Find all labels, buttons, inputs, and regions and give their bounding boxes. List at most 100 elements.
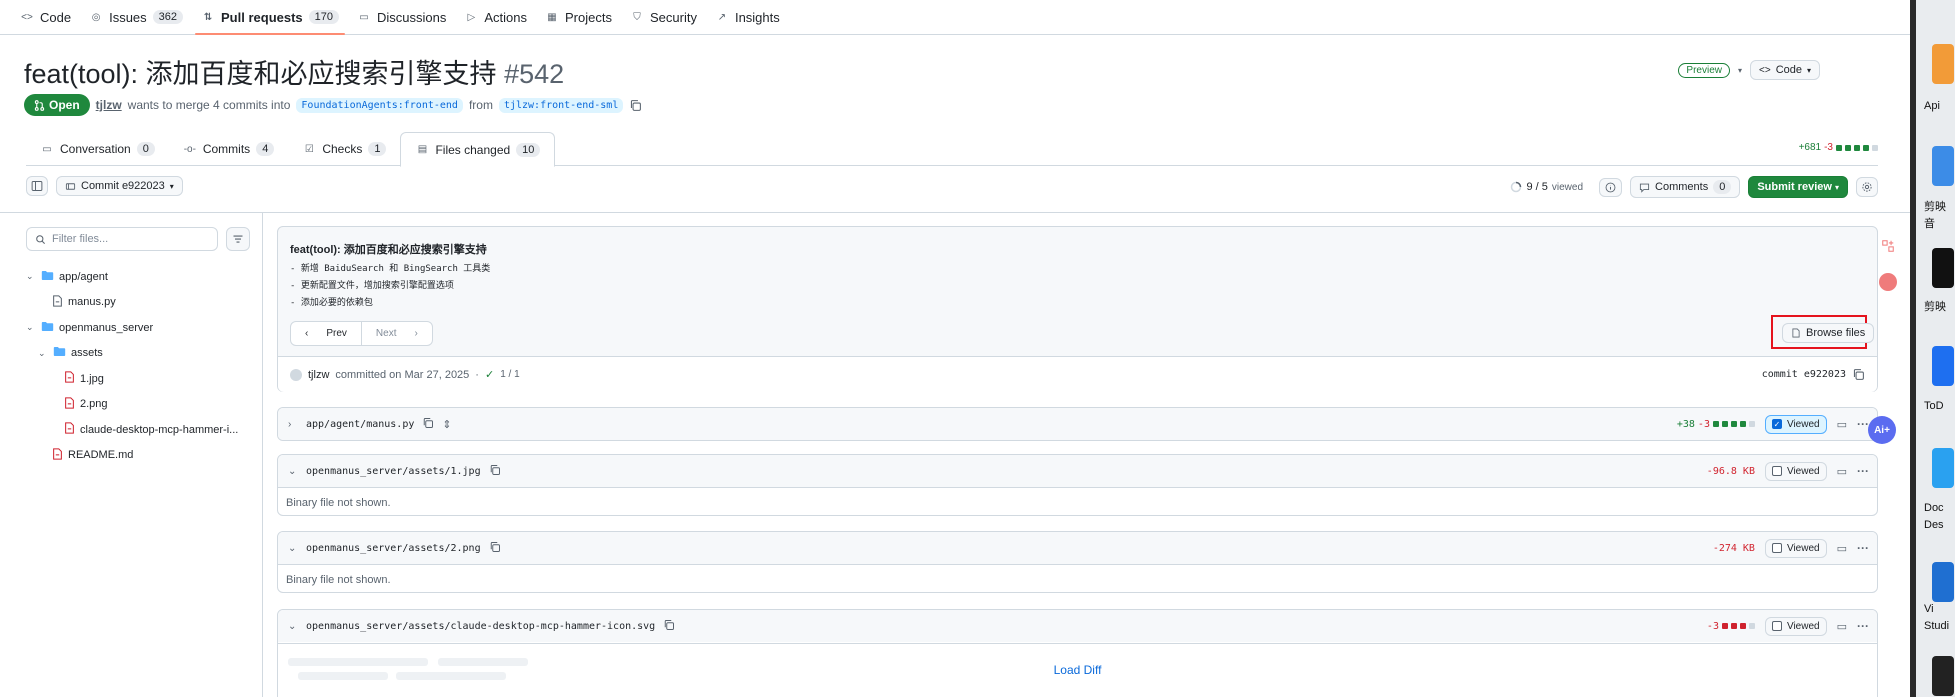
comment-icon[interactable]: ▭ — [1837, 542, 1847, 555]
copy-icon[interactable] — [489, 464, 501, 479]
tab-commits[interactable]: -o- Commits 4 — [169, 132, 288, 166]
tree-folder[interactable]: ⌄ assets — [26, 341, 248, 367]
avatar[interactable] — [290, 368, 302, 381]
comment-icon[interactable]: ▭ — [1837, 465, 1847, 478]
shield-icon: ⛉ — [633, 11, 641, 23]
tab-checks[interactable]: ☑ Checks 1 — [288, 132, 400, 166]
preview-badge[interactable]: Preview — [1678, 62, 1730, 78]
browse-files-button[interactable]: Browse files — [1782, 323, 1875, 343]
expand-all-icon[interactable]: ⇕ — [442, 418, 451, 431]
copy-icon[interactable] — [422, 417, 434, 432]
grid-add-icon[interactable] — [1878, 236, 1898, 256]
repo-nav-discussions[interactable]: ▭ Discussions — [351, 0, 458, 34]
tree-item-label: manus.py — [68, 296, 116, 309]
kebab-menu-icon[interactable]: ··· — [1857, 464, 1869, 478]
translate-icon[interactable] — [1878, 272, 1898, 292]
file-removed-icon — [52, 448, 63, 463]
file-path[interactable]: app/agent/manus.py — [306, 419, 414, 430]
viewed-checkbox[interactable]: Viewed — [1764, 461, 1827, 481]
comments-button[interactable]: Comments 0 — [1630, 176, 1741, 198]
desktop-app-icon[interactable] — [1932, 44, 1954, 84]
author-link[interactable]: tjlzw — [96, 98, 122, 112]
info-button[interactable] — [1599, 177, 1623, 197]
load-diff-link[interactable]: Load Diff — [278, 663, 1877, 677]
next-commit-button[interactable]: Next › — [360, 322, 432, 345]
tree-file[interactable]: 1.jpg — [26, 366, 248, 392]
copy-icon[interactable] — [1852, 368, 1865, 381]
repo-nav-projects[interactable]: ▦ Projects — [539, 0, 624, 34]
tab-files-changed[interactable]: ▤ Files changed 10 — [400, 132, 556, 167]
repo-nav-issues[interactable]: ◎ Issues 362 — [83, 0, 195, 34]
tree-file[interactable]: claude-desktop-mcp-hammer-i... — [26, 417, 248, 443]
desktop-app-icon[interactable] — [1932, 448, 1954, 488]
desktop-app-icon[interactable] — [1932, 248, 1954, 288]
tree-folder[interactable]: ⌄ openmanus_server — [26, 315, 248, 341]
desktop-app-icon[interactable] — [1932, 656, 1954, 696]
commit-select[interactable]: Commit e922023 ▾ — [56, 176, 183, 196]
tab-conversation[interactable]: ▭ Conversation 0 — [26, 132, 169, 166]
submit-review-button[interactable]: Submit review ▾ — [1748, 176, 1848, 198]
chevron-down-icon[interactable]: ⌄ — [38, 348, 48, 359]
repo-nav-security[interactable]: ⛉ Security — [624, 0, 709, 34]
head-branch[interactable]: tjlzw:front-end-sml — [498, 97, 624, 113]
diffstat-block — [1845, 144, 1851, 151]
sidebar-divider — [262, 213, 263, 697]
tree-folder[interactable]: ⌄ app/agent — [26, 264, 248, 290]
diffstat: +681 -3 — [1799, 142, 1878, 153]
chevron-down-icon[interactable]: ⌄ — [288, 621, 298, 632]
kebab-menu-icon[interactable]: ··· — [1857, 619, 1869, 633]
copy-icon[interactable] — [663, 619, 675, 634]
viewed-progress: 9 / 5 viewed — [1510, 181, 1583, 193]
checks-count[interactable]: 1 / 1 — [500, 369, 519, 380]
viewed-checkbox[interactable]: Viewed — [1764, 616, 1827, 636]
repo-nav: <> Code ◎ Issues 362 ⇅ Pull requests 170 ▭ Discus… — [0, 0, 1910, 35]
file-path[interactable]: openmanus_server/assets/claude-desktop-m… — [306, 621, 655, 632]
commit-author[interactable]: tjlzw — [308, 369, 329, 381]
toggle-file-tree-button[interactable] — [26, 176, 48, 196]
desktop-app-icon[interactable] — [1932, 146, 1954, 186]
repo-nav-label: Projects — [565, 9, 612, 25]
viewed-checkbox[interactable]: ✓ Viewed — [1764, 414, 1827, 434]
settings-button[interactable] — [1856, 177, 1878, 197]
issue-icon: ◎ — [91, 11, 101, 23]
comment-icon[interactable]: ▭ — [1837, 418, 1847, 431]
code-button[interactable]: <> Code ▾ — [1750, 60, 1820, 80]
repo-nav-actions[interactable]: ▷ Actions — [458, 0, 539, 34]
viewed-checkbox[interactable]: Viewed — [1764, 538, 1827, 558]
diffstat-deletions: -3 — [1824, 142, 1833, 153]
copy-icon[interactable] — [489, 541, 501, 556]
prev-commit-button[interactable]: ‹ Prev — [291, 322, 361, 345]
chevron-down-icon[interactable]: ⌄ — [26, 271, 36, 282]
base-branch[interactable]: FoundationAgents:front-end — [296, 97, 463, 113]
file-path[interactable]: openmanus_server/assets/1.jpg — [306, 466, 481, 477]
filter-options-button[interactable] — [226, 227, 250, 251]
repo-nav-pull-requests[interactable]: ⇅ Pull requests 170 — [195, 0, 351, 35]
tree-file[interactable]: README.md — [26, 443, 248, 469]
desktop-app-icon[interactable] — [1932, 346, 1954, 386]
commit-message-line: - 新增 BaiduSearch 和 BingSearch 工具类 — [290, 264, 491, 274]
desktop-app-icon[interactable] — [1932, 562, 1954, 602]
comment-icon — [1639, 183, 1650, 193]
copy-icon[interactable] — [629, 99, 642, 112]
filter-files-input[interactable]: Filter files... — [26, 227, 218, 251]
kebab-menu-icon[interactable]: ··· — [1857, 541, 1869, 555]
chevron-down-icon[interactable]: ▾ — [1738, 66, 1742, 75]
tree-file[interactable]: manus.py — [26, 290, 248, 316]
sidebar-expand-icon — [31, 181, 43, 191]
repo-nav-code[interactable]: <> Code — [14, 0, 83, 34]
diffstat-block — [1739, 623, 1746, 629]
file-deletions: -96.8 KB — [1706, 465, 1755, 477]
repo-nav-insights[interactable]: ↗ Insights — [709, 0, 792, 34]
comment-icon[interactable]: ▭ — [1837, 620, 1847, 633]
repo-nav-label: Code — [40, 9, 72, 25]
chevron-down-icon[interactable]: ⌄ — [288, 466, 298, 477]
ai-assistant-button[interactable]: Ai+ — [1868, 416, 1896, 444]
tree-file[interactable]: 2.png — [26, 392, 248, 418]
chevron-right-icon[interactable]: › — [288, 419, 298, 430]
repo-nav-count: 170 — [308, 10, 340, 24]
file-path[interactable]: openmanus_server/assets/2.png — [306, 543, 481, 554]
tree-item-label: openmanus_server — [59, 321, 154, 334]
chevron-down-icon[interactable]: ⌄ — [288, 543, 298, 554]
chevron-down-icon[interactable]: ⌄ — [26, 322, 36, 333]
desktop-app-label: 剪映 — [1924, 201, 1946, 213]
